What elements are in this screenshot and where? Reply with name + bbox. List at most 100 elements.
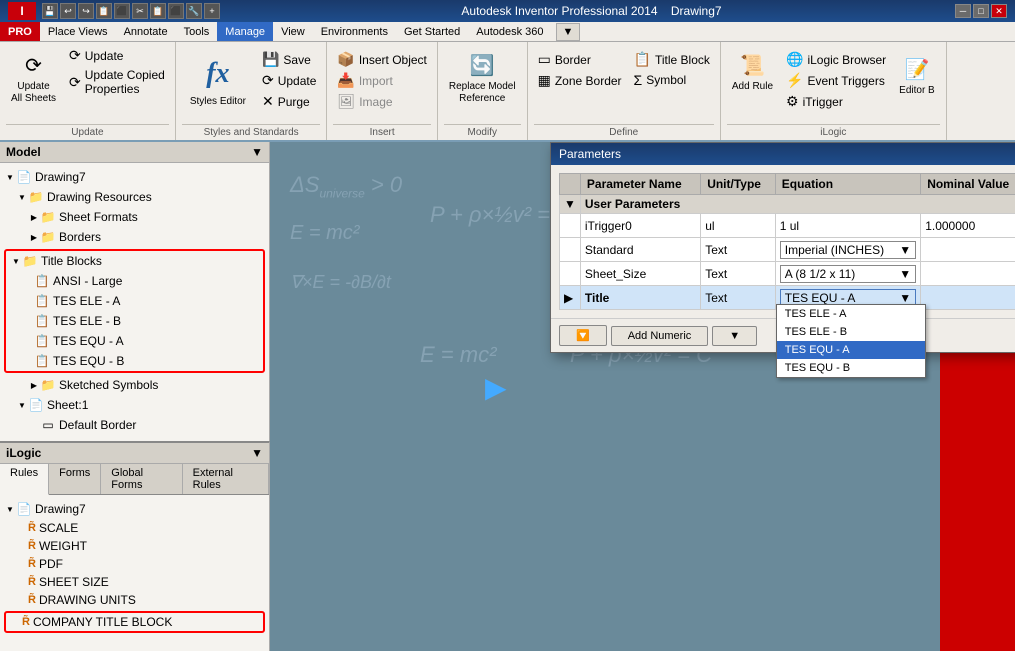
- param-name-sheet-size[interactable]: Sheet_Size: [580, 262, 700, 286]
- tree-default-border[interactable]: ▶ ▭ Default Border: [24, 415, 269, 435]
- menu-place-views[interactable]: Place Views: [40, 22, 116, 41]
- maximize-btn[interactable]: □: [973, 4, 989, 18]
- image-btn[interactable]: 🖼 Image: [333, 92, 430, 111]
- menu-pro[interactable]: PRO: [0, 22, 40, 41]
- param-eq-itrigger0[interactable]: 1 ul: [775, 214, 920, 238]
- update-styles-btn[interactable]: ⟳ Update: [258, 71, 320, 90]
- border-label: Border: [555, 53, 591, 67]
- tab-forms[interactable]: Forms: [49, 464, 101, 494]
- left-container: Model ▼ ▼ 📄 Drawing7 ▼ 📁 Drawing Resourc…: [0, 142, 270, 651]
- menu-tools[interactable]: Tools: [176, 22, 218, 41]
- dropdown-tes-ele-b[interactable]: TES ELE - B: [777, 323, 925, 341]
- ilogic-browser-btn[interactable]: 🌐 iLogic Browser: [782, 50, 890, 69]
- tree-tes-equ-b[interactable]: ▶ 📋 TES EQU - B: [18, 351, 263, 371]
- minimize-btn[interactable]: ─: [955, 4, 971, 18]
- ilogic-panel: iLogic ▼ Rules Forms Global Forms Extern…: [0, 441, 270, 651]
- filter-btn[interactable]: 🔽: [559, 325, 607, 346]
- param-name-itrigger0[interactable]: iTrigger0: [580, 214, 700, 238]
- tree-sketched-symbols[interactable]: ▶ 📁 Sketched Symbols: [24, 375, 269, 395]
- menu-get-started[interactable]: Get Started: [396, 22, 468, 41]
- tree-tes-equ-a[interactable]: ▶ 📋 TES EQU - A: [18, 331, 263, 351]
- menu-view[interactable]: View: [273, 22, 313, 41]
- tes-ele-a-label: TES ELE - A: [53, 294, 120, 308]
- ilogic-sheet-size[interactable]: ▶ R̃ SHEET SIZE: [12, 573, 269, 591]
- menu-manage[interactable]: Manage: [217, 22, 273, 41]
- rule-icon-scale: R̃: [28, 522, 36, 534]
- itrigger-btn[interactable]: ⚙ iTrigger: [782, 92, 890, 111]
- insert-object-btn[interactable]: 📦 Insert Object: [333, 50, 430, 69]
- update-icon: ⟳: [69, 47, 81, 64]
- ilogic-drawing-units[interactable]: ▶ R̃ DRAWING UNITS: [12, 591, 269, 609]
- title-dropdown-list: TES ELE - A TES ELE - B TES EQU - A TES …: [776, 304, 926, 378]
- import-btn[interactable]: 📥 Import: [333, 71, 430, 90]
- update-all-sheets-btn[interactable]: ⟳ UpdateAll Sheets: [6, 46, 61, 108]
- add-rule-btn[interactable]: 📜 Add Rule: [727, 46, 778, 96]
- expand-borders[interactable]: ▶: [28, 231, 40, 243]
- tree-sheet-formats[interactable]: ▶ 📁 Sheet Formats: [24, 207, 269, 227]
- tab-external-rules[interactable]: External Rules: [183, 464, 269, 494]
- col-param-name: Parameter Name: [580, 174, 700, 195]
- editor-btn[interactable]: 📝 Editor B: [894, 50, 940, 100]
- tree-sheet1[interactable]: ▼ 📄 Sheet:1: [12, 395, 269, 415]
- ilogic-drawing7[interactable]: ▼ 📄 Drawing7: [0, 499, 269, 519]
- standard-dropdown[interactable]: Imperial (INCHES) ▼: [780, 241, 916, 259]
- tree-tes-ele-a[interactable]: ▶ 📋 TES ELE - A: [18, 291, 263, 311]
- dialog-title-bar: Parameters ✕: [551, 143, 1015, 165]
- tree-drawing7[interactable]: ▼ 📄 Drawing7: [0, 167, 269, 187]
- add-numeric-arrow-btn[interactable]: ▼: [712, 326, 757, 346]
- dropdown-arrow[interactable]: ▼: [556, 23, 581, 41]
- param-name-standard[interactable]: Standard: [580, 238, 700, 262]
- replace-model-icon: 🔄: [466, 49, 498, 81]
- update-btn[interactable]: ⟳ Update: [65, 46, 169, 65]
- styles-group-label: Styles and Standards: [182, 124, 321, 140]
- expand-sheet1[interactable]: ▼: [16, 399, 28, 411]
- styles-editor-btn[interactable]: fx Styles Editor: [182, 46, 254, 114]
- title-block-btn[interactable]: 📋 Title Block: [630, 50, 714, 69]
- menu-autodesk-360[interactable]: Autodesk 360: [468, 22, 551, 41]
- replace-model-btn[interactable]: 🔄 Replace ModelReference: [444, 46, 521, 108]
- ilogic-collapse[interactable]: ▼: [251, 446, 263, 460]
- tree-borders[interactable]: ▶ 📁 Borders: [24, 227, 269, 247]
- sheet-size-dropdown[interactable]: A (8 1/2 x 11) ▼: [780, 265, 916, 283]
- menu-annotate[interactable]: Annotate: [116, 22, 176, 41]
- menu-environments[interactable]: Environments: [313, 22, 396, 41]
- param-eq-standard[interactable]: Imperial (INCHES) ▼: [775, 238, 920, 262]
- tes-ele-a-icon: 📋: [34, 293, 50, 309]
- expand-sketched[interactable]: ▶: [28, 379, 40, 391]
- expand-sheet-formats[interactable]: ▶: [28, 211, 40, 223]
- close-btn[interactable]: ✕: [991, 4, 1007, 18]
- symbol-btn[interactable]: Σ Symbol: [630, 71, 714, 89]
- tab-global-forms[interactable]: Global Forms: [101, 464, 182, 494]
- expand-title-blocks[interactable]: ▼: [10, 255, 22, 267]
- dropdown-tes-equ-b[interactable]: TES EQU - B: [777, 359, 925, 377]
- drawing-units-label: DRAWING UNITS: [39, 593, 136, 607]
- add-numeric-btn[interactable]: Add Numeric: [611, 326, 709, 346]
- dropdown-tes-equ-a[interactable]: TES EQU - A: [777, 341, 925, 359]
- update-copied-btn[interactable]: ⟳ Update CopiedProperties: [65, 67, 169, 97]
- zone-border-btn[interactable]: ▦ Zone Border: [534, 71, 626, 90]
- tree-title-blocks[interactable]: ▼ 📁 Title Blocks: [6, 251, 263, 271]
- param-unit-sheet-size: Text: [701, 262, 776, 286]
- toolbar-icon10: +: [204, 3, 220, 19]
- dropdown-tes-ele-a[interactable]: TES ELE - A: [777, 305, 925, 323]
- border-btn[interactable]: ▭ Border: [534, 50, 626, 69]
- param-eq-sheet-size[interactable]: A (8 1/2 x 11) ▼: [775, 262, 920, 286]
- purge-btn[interactable]: ✕ Purge: [258, 92, 320, 111]
- ilogic-company-title-block[interactable]: ▶ R̃ COMPANY TITLE BLOCK: [6, 613, 263, 631]
- ilogic-pdf[interactable]: ▶ R̃ PDF: [12, 555, 269, 573]
- tree-drawing-resources[interactable]: ▼ 📁 Drawing Resources: [12, 187, 269, 207]
- title-dropdown-arrow: ▼: [899, 291, 911, 305]
- expand-drawing7[interactable]: ▼: [4, 171, 16, 183]
- event-triggers-btn[interactable]: ⚡ Event Triggers: [782, 71, 890, 90]
- itrigger-label: iTrigger: [803, 95, 843, 109]
- expand-drawing-resources[interactable]: ▼: [16, 191, 28, 203]
- tab-rules[interactable]: Rules: [0, 464, 49, 495]
- param-name-title[interactable]: Title: [580, 286, 700, 310]
- ilogic-scale[interactable]: ▶ R̃ SCALE: [12, 519, 269, 537]
- save-btn[interactable]: 💾 Save: [258, 50, 320, 69]
- ilogic-weight[interactable]: ▶ R̃ WEIGHT: [12, 537, 269, 555]
- param-eq-title[interactable]: TES EQU - A ▼ TES ELE - A TES ELE - B TE…: [775, 286, 920, 310]
- model-panel-collapse[interactable]: ▼: [251, 145, 263, 159]
- tree-tes-ele-b[interactable]: ▶ 📋 TES ELE - B: [18, 311, 263, 331]
- tree-ansi-large[interactable]: ▶ 📋 ANSI - Large: [18, 271, 263, 291]
